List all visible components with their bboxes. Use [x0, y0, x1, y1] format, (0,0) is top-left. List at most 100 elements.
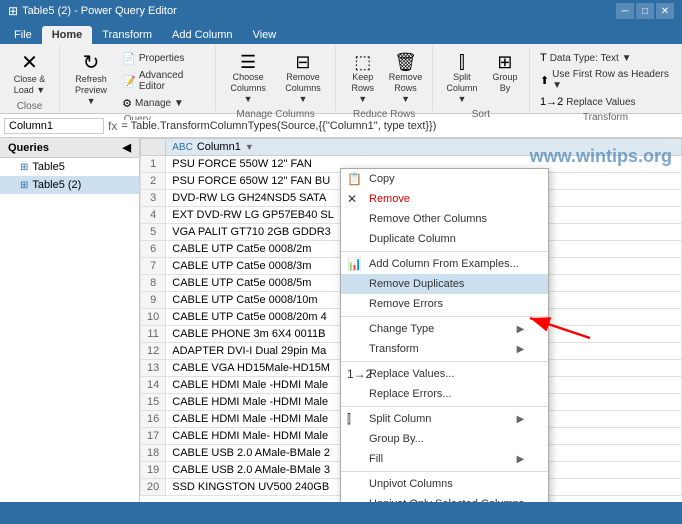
context-menu-item[interactable]: Unpivot Only Selected Columns: [341, 494, 548, 502]
context-item-label: Replace Values...: [369, 368, 454, 380]
query-item-table5-2[interactable]: ⊞ Table5 (2): [0, 176, 139, 194]
context-menu-item[interactable]: ✕ Remove: [341, 189, 548, 209]
row-num-header: [141, 139, 166, 156]
context-menu-item[interactable]: Replace Errors...: [341, 384, 548, 404]
properties-button[interactable]: 📄 Properties: [118, 50, 209, 67]
context-menu-separator: [341, 471, 548, 472]
context-menu-item[interactable]: Remove Errors: [341, 294, 548, 314]
ribbon-group-reduce-rows: ⬚ KeepRows ▼ 🗑 RemoveRows ▼ Reduce Rows: [336, 46, 433, 111]
row-number: 17: [141, 428, 166, 445]
remove-rows-icon: 🗑: [394, 53, 417, 71]
context-item-label: Replace Errors...: [369, 388, 452, 400]
row-number: 8: [141, 275, 166, 292]
submenu-arrow-icon: ▶: [517, 324, 525, 335]
row-number: 20: [141, 479, 166, 496]
use-first-row-icon: ⬆: [540, 74, 549, 87]
formula-name-box[interactable]: [4, 118, 104, 134]
context-menu-separator: [341, 316, 548, 317]
maximize-button[interactable]: □: [636, 3, 654, 19]
context-item-label: Remove Other Columns: [369, 213, 487, 225]
context-menu-item[interactable]: 📊 Add Column From Examples...: [341, 254, 548, 274]
remove-rows-button[interactable]: 🗑 RemoveRows ▼: [385, 50, 426, 107]
context-menu-item[interactable]: Duplicate Column: [341, 229, 548, 249]
title-text: Table5 (2) - Power Query Editor: [22, 5, 616, 17]
context-menu-item[interactable]: 📋 Copy: [341, 169, 548, 189]
advanced-editor-button[interactable]: 📝 Advanced Editor: [118, 68, 209, 94]
use-first-row-label: Use First Row as Headers ▼: [552, 69, 671, 91]
context-item-label: Change Type: [369, 323, 434, 335]
close-button[interactable]: ✕: [656, 3, 674, 19]
tab-home[interactable]: Home: [42, 26, 93, 44]
row-number: 18: [141, 445, 166, 462]
context-item-label: Unpivot Columns: [369, 478, 453, 490]
tab-file[interactable]: File: [4, 26, 42, 44]
data-type-icon: T: [540, 52, 547, 64]
title-controls: ─ □ ✕: [616, 3, 674, 19]
context-item-icon: ✕: [347, 192, 357, 206]
minimize-button[interactable]: ─: [616, 3, 634, 19]
query-table5-icon: ⊞: [20, 162, 28, 173]
refresh-icon: ↻: [83, 53, 100, 73]
row-number: 4: [141, 207, 166, 224]
context-menu-item[interactable]: Remove Other Columns: [341, 209, 548, 229]
replace-values-icon: 1→2: [540, 96, 563, 108]
queries-panel: Queries ◀ ⊞ Table5 ⊞ Table5 (2): [0, 138, 140, 502]
context-menu-separator: [341, 406, 548, 407]
query-item-table5[interactable]: ⊞ Table5: [0, 158, 139, 176]
context-menu-item[interactable]: 1→2 Replace Values...: [341, 364, 548, 384]
manage-columns-label: Manage Columns: [236, 107, 314, 120]
context-item-icon: 📋: [347, 172, 362, 186]
context-menu-item[interactable]: Transform ▶: [341, 339, 548, 359]
tab-view[interactable]: View: [243, 26, 287, 44]
queries-collapse-icon[interactable]: ◀: [123, 141, 131, 154]
row-number: 12: [141, 343, 166, 360]
ribbon-group-transform: T Data Type: Text ▼ ⬆ Use First Row as H…: [530, 46, 682, 111]
manage-icon: ⚙: [122, 97, 132, 110]
formula-input[interactable]: [121, 120, 678, 132]
context-menu-item[interactable]: ⫿ Split Column ▶: [341, 409, 548, 429]
context-menu-item[interactable]: Change Type ▶: [341, 319, 548, 339]
refresh-preview-button[interactable]: ↻ RefreshPreview ▼: [66, 50, 116, 109]
replace-values-button[interactable]: 1→2 Replace Values: [536, 94, 675, 110]
context-menu-separator: [341, 361, 548, 362]
context-menu-item[interactable]: Unpivot Columns: [341, 474, 548, 494]
manage-columns-content: ☰ ChooseColumns ▼ ⊟ RemoveColumns ▼: [222, 48, 330, 107]
tab-add-column[interactable]: Add Column: [162, 26, 243, 44]
row-number: 6: [141, 241, 166, 258]
col-dropdown-icon[interactable]: ▼: [245, 142, 254, 152]
use-first-row-button[interactable]: ⬆ Use First Row as Headers ▼: [536, 67, 675, 93]
formula-bar: fx: [0, 114, 682, 138]
row-number: 10: [141, 309, 166, 326]
query-table5-label: Table5: [32, 161, 64, 173]
manage-button[interactable]: ⚙ Manage ▼: [118, 95, 209, 112]
close-group-content: ✕ Close &Load ▼: [9, 48, 51, 99]
group-by-button[interactable]: ⊞ GroupBy: [487, 50, 523, 97]
tab-transform[interactable]: Transform: [92, 26, 162, 44]
row-number: 2: [141, 173, 166, 190]
context-menu-item[interactable]: Fill ▶: [341, 449, 548, 469]
query-group-content: ↻ RefreshPreview ▼ 📄 Properties 📝 Advanc…: [66, 48, 209, 112]
row-number: 11: [141, 326, 166, 343]
row-number: 7: [141, 258, 166, 275]
data-type-button[interactable]: T Data Type: Text ▼: [536, 50, 675, 66]
keep-rows-button[interactable]: ⬚ KeepRows ▼: [342, 50, 383, 107]
title-bar: ⊞ Table5 (2) - Power Query Editor ─ □ ✕: [0, 0, 682, 22]
remove-columns-button[interactable]: ⊟ RemoveColumns ▼: [277, 50, 330, 107]
split-column-button[interactable]: ⫿ SplitColumn ▼: [439, 50, 485, 107]
context-menu-item[interactable]: Group By...: [341, 429, 548, 449]
row-number: 16: [141, 411, 166, 428]
close-load-button[interactable]: ✕ Close &Load ▼: [9, 50, 51, 99]
context-item-label: Add Column From Examples...: [369, 258, 519, 270]
context-item-icon: 📊: [347, 257, 362, 271]
data-grid: ABC Column1 ▼ 1PSU FORCE 550W 12" FAN2PS…: [140, 138, 682, 502]
context-menu-item[interactable]: Remove Duplicates: [341, 274, 548, 294]
column1-header[interactable]: ABC Column1 ▼: [166, 139, 682, 156]
choose-columns-button[interactable]: ☰ ChooseColumns ▼: [222, 50, 275, 107]
context-item-label: Fill: [369, 453, 383, 465]
col-type-icon: ABC: [172, 142, 193, 153]
row-number: 19: [141, 462, 166, 479]
context-item-icon: ⫿: [347, 412, 351, 427]
query-table5-2-label: Table5 (2): [32, 179, 81, 191]
advanced-editor-label: Advanced Editor: [139, 70, 205, 92]
queries-header: Queries ◀: [0, 138, 139, 158]
